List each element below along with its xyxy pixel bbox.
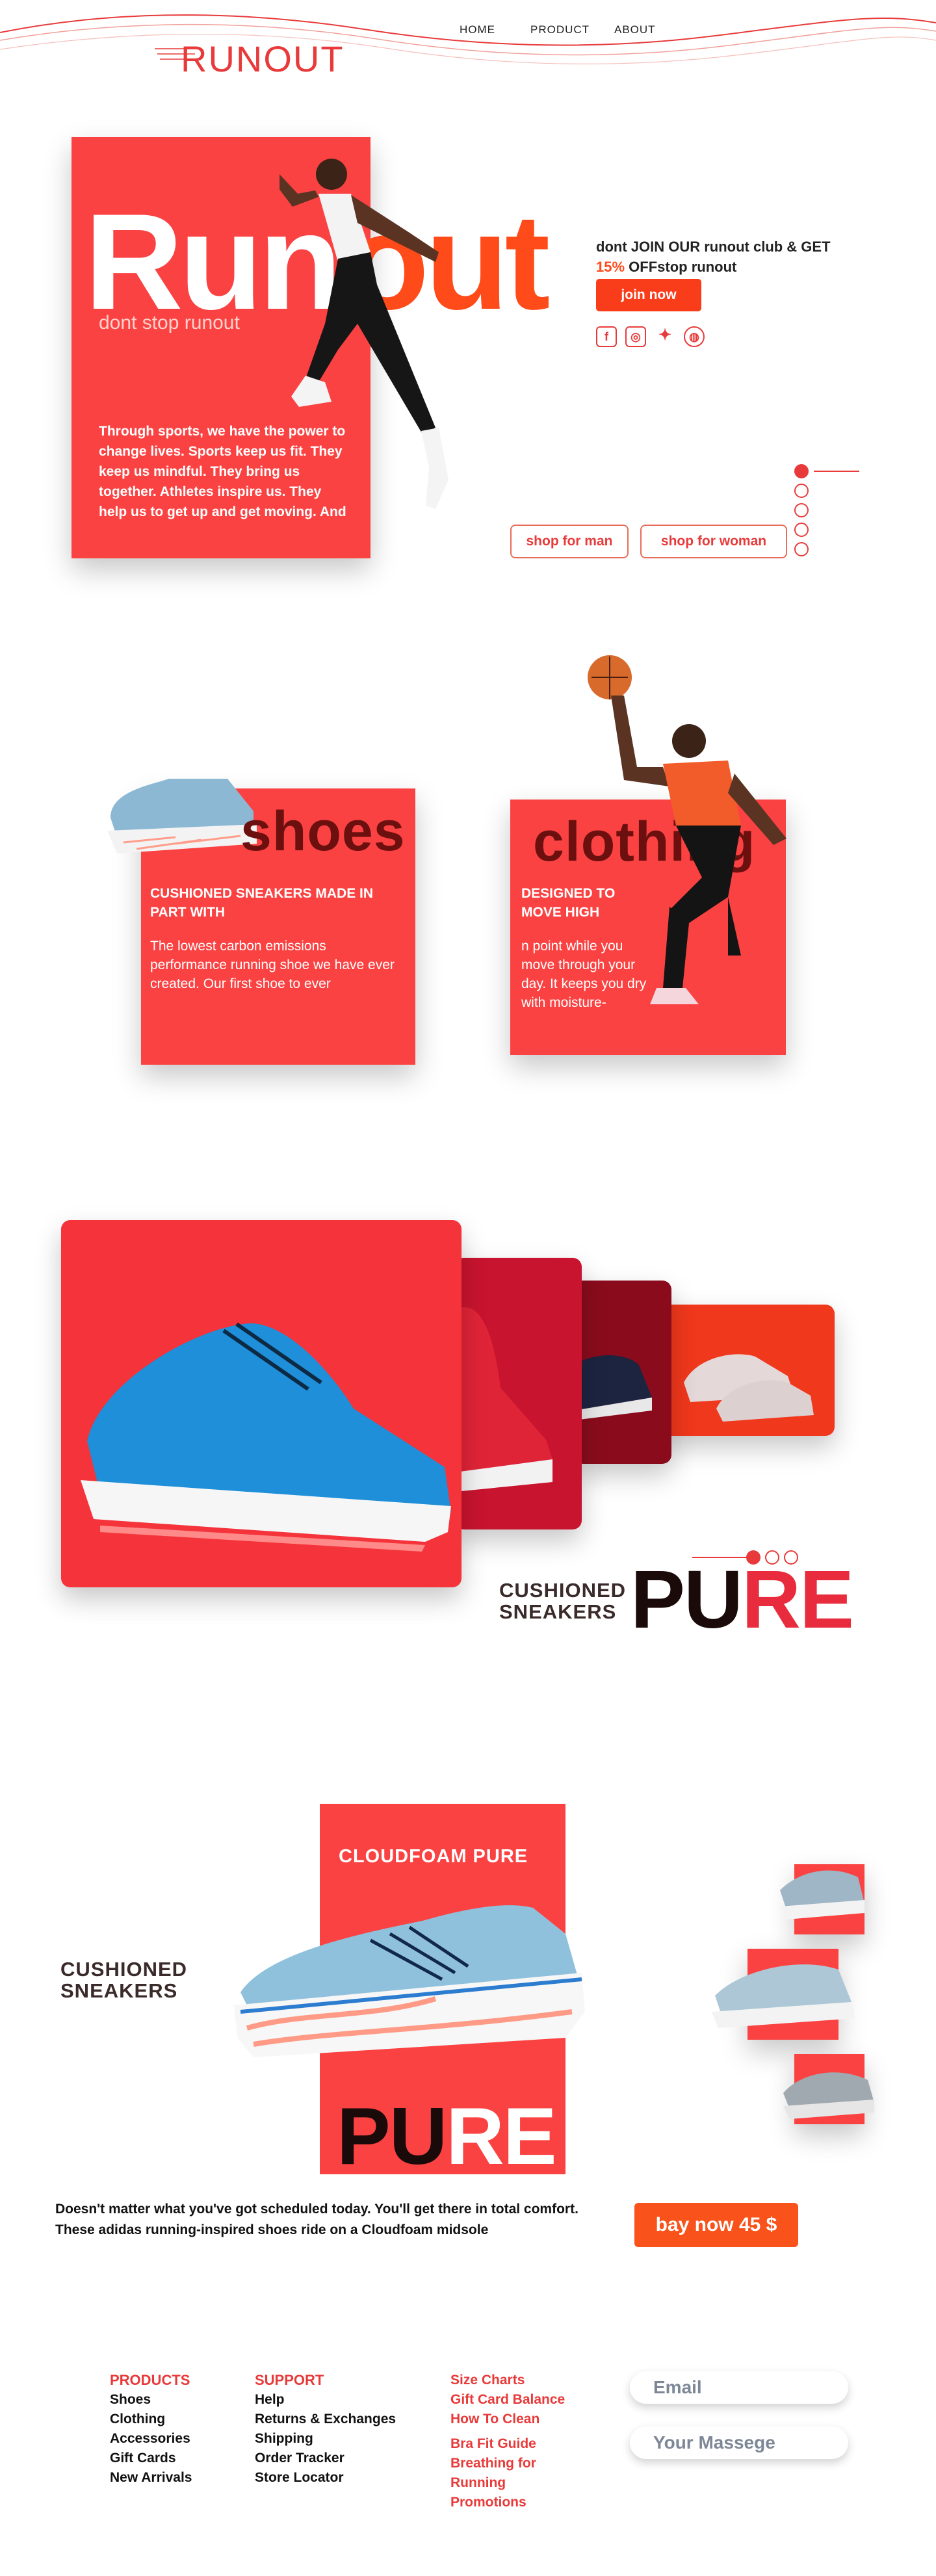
- basketball-player-image: [588, 655, 786, 1004]
- footer-link[interactable]: Shipping: [255, 2429, 396, 2449]
- footer-link[interactable]: Help: [255, 2390, 396, 2410]
- footer-link[interactable]: Size Charts: [450, 2371, 565, 2390]
- cloudfoam-title: CLOUDFOAM PURE: [339, 1846, 528, 1867]
- footer-products: PRODUCTS Shoes Clothing Accessories Gift…: [110, 2371, 192, 2488]
- gallery-photo-main[interactable]: [61, 1220, 462, 1587]
- buy-now-button[interactable]: bay now 45 $: [634, 2203, 798, 2247]
- product-pure-red: RE: [446, 2092, 556, 2181]
- carousel-dot-4[interactable]: [794, 523, 809, 537]
- footer-products-heading: PRODUCTS: [110, 2372, 190, 2388]
- club-discount: 15%: [596, 259, 625, 275]
- cloudfoam-shoe-image: [234, 1905, 585, 2057]
- footer-link[interactable]: Accessories: [110, 2429, 192, 2449]
- product-description: Doesn't matter what you've got scheduled…: [55, 2202, 578, 2237]
- footer-link[interactable]: Gift Cards: [110, 2449, 192, 2468]
- gallery-photo-4[interactable]: [658, 1305, 835, 1436]
- footer-link[interactable]: Order Tracker: [255, 2449, 396, 2468]
- footer-link[interactable]: Returns & Exchanges: [255, 2410, 396, 2429]
- gallery-photo-2[interactable]: [455, 1258, 582, 1529]
- footer-link[interactable]: Store Locator: [255, 2468, 396, 2488]
- carousel-dot-1[interactable]: [794, 464, 809, 478]
- club-line-2: OFFstop runout: [625, 259, 737, 275]
- nav-product[interactable]: PRODUCT: [530, 23, 590, 36]
- shoes-title: shoes: [240, 800, 406, 863]
- twitter-icon[interactable]: ✦: [655, 326, 675, 347]
- footer-resources: Size Charts Gift Card Balance How To Cle…: [450, 2371, 565, 2512]
- brand-logo[interactable]: RUNOUT: [181, 38, 344, 80]
- footer-link[interactable]: Gift Card Balance: [450, 2390, 565, 2410]
- footer-link[interactable]: Shoes: [110, 2390, 192, 2410]
- nav-about[interactable]: ABOUT: [614, 23, 656, 36]
- gallery-pure-red: RE: [742, 1554, 854, 1645]
- product-thumb-2-shoe: [712, 1964, 855, 2028]
- hero-tagline: dont stop runout: [99, 312, 240, 333]
- footer-link[interactable]: Promotions: [450, 2493, 565, 2512]
- join-now-button[interactable]: join now: [596, 279, 701, 311]
- carousel-dot-3[interactable]: [794, 503, 809, 517]
- message-field[interactable]: [630, 2426, 848, 2459]
- footer-link[interactable]: Breathing for: [450, 2454, 565, 2473]
- club-promo: dont JOIN OUR runout club & GET 15% OFFs…: [596, 237, 831, 277]
- footer-link[interactable]: How To Clean: [450, 2410, 565, 2429]
- carousel-dot-5[interactable]: [794, 542, 809, 556]
- footer-link[interactable]: Bra Fit Guide: [450, 2434, 565, 2454]
- shoes-subtitle: CUSHIONED SNEAKERS MADE IN PART WITH: [150, 886, 374, 920]
- product-thumb-1-shoe: [780, 1870, 864, 1919]
- facebook-icon[interactable]: f: [596, 326, 617, 347]
- shoes-description: The lowest carbon emissions performance …: [150, 939, 395, 991]
- carousel-dot-2[interactable]: [794, 484, 809, 498]
- shop-for-man-button[interactable]: shop for man: [510, 525, 629, 558]
- club-line-1: dont JOIN OUR runout club & GET: [596, 239, 831, 255]
- product-pure-dark: PU: [337, 2092, 447, 2181]
- footer-link[interactable]: Running: [450, 2473, 565, 2493]
- carousel-indicator-line: [814, 471, 859, 472]
- hero-description: Through sports, we have the power to cha…: [99, 424, 346, 519]
- product-thumb-3-shoe: [783, 2072, 874, 2119]
- dribbble-icon[interactable]: ◍: [684, 326, 705, 347]
- gallery-photo-3[interactable]: [574, 1281, 671, 1464]
- gallery-pure: PURE: [630, 1559, 854, 1641]
- footer-support: SUPPORT Help Returns & Exchanges Shippin…: [255, 2371, 396, 2488]
- footer-support-heading: SUPPORT: [255, 2372, 324, 2388]
- shop-for-woman-button[interactable]: shop for woman: [640, 525, 787, 558]
- instagram-icon[interactable]: ◎: [625, 326, 646, 347]
- footer-link[interactable]: New Arrivals: [110, 2468, 192, 2488]
- email-field[interactable]: [630, 2371, 848, 2404]
- gallery-label: CUSHIONED SNEAKERS: [499, 1579, 627, 1623]
- nav-home[interactable]: HOME: [460, 23, 495, 36]
- product-pure: PURE: [337, 2096, 557, 2177]
- footer-link[interactable]: Clothing: [110, 2410, 192, 2429]
- gallery-pure-dark: PU: [630, 1554, 743, 1645]
- shoes-card-image: [107, 779, 257, 853]
- product-label: CUSHIONED SNEAKERS: [60, 1958, 188, 2002]
